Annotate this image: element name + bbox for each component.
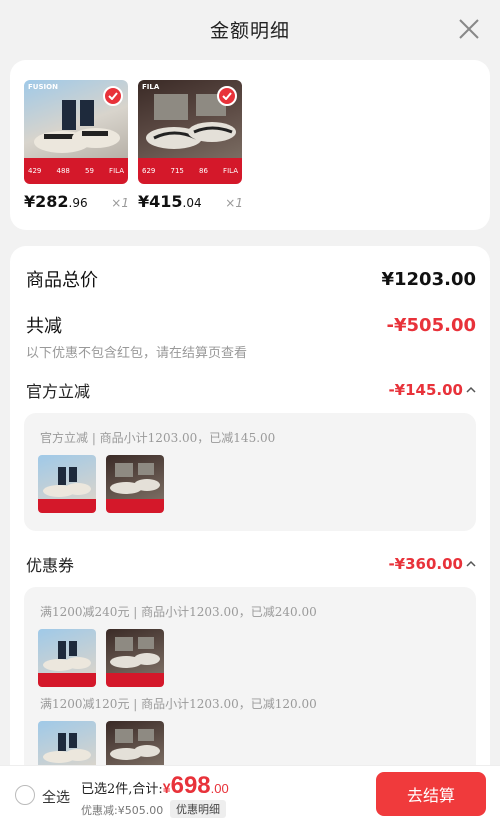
products-card: FUSION 429 488 59 FILA ¥282.96 ×1 FILA 6…	[10, 60, 490, 230]
chevron-up-icon[interactable]	[466, 560, 476, 568]
select-all-label[interactable]: 全选	[42, 787, 70, 807]
coupon-value: -¥360.00	[388, 555, 476, 573]
product-mini-thumbnail	[106, 455, 164, 513]
total-reduction-value: -¥505.00	[386, 314, 476, 336]
total-reduction-row: 共减 -¥505.00	[26, 312, 476, 338]
total-amount: 698	[170, 772, 211, 799]
dialog-header: 金额明细	[0, 0, 500, 58]
chevron-up-icon[interactable]	[466, 386, 476, 394]
total-price-value: ¥1203.00	[381, 268, 476, 290]
total-reduction-label: 共减	[26, 316, 62, 337]
breakdown-card: 商品总价 ¥1203.00 共减 -¥505.00 以下优惠不包含红包，请在结算…	[10, 246, 490, 820]
check-icon[interactable]	[103, 86, 123, 106]
product-price: ¥282.96	[24, 192, 88, 211]
reduction-note: 以下优惠不包含红包，请在结算页查看	[26, 346, 248, 361]
price-banner: 629 715 86 FILA	[138, 158, 242, 184]
page-title: 金额明细	[209, 19, 290, 42]
official-discount-label: 官方立减	[26, 382, 91, 401]
product-price: ¥415.04	[138, 192, 202, 211]
discount-amount: 优惠减:¥505.00	[81, 804, 164, 817]
product-item[interactable]: FUSION 429 488 59 FILA ¥282.96 ×1	[24, 80, 129, 211]
coupon-label: 优惠券	[26, 556, 75, 575]
brand-label: FUSION	[28, 83, 58, 91]
close-icon[interactable]	[458, 18, 480, 40]
price-banner: 429 488 59 FILA	[24, 158, 128, 184]
total-price-row: 商品总价 ¥1203.00	[26, 266, 476, 292]
product-mini-thumbnail	[38, 629, 96, 687]
product-item[interactable]: FILA 629 715 86 FILA ¥415.04 ×1	[138, 80, 243, 211]
shoe-image-icon	[34, 100, 120, 153]
product-quantity: ×1	[111, 196, 129, 210]
total-price-label: 商品总价	[26, 270, 98, 291]
selected-total: 已选2件,合计: ¥ 698 .00	[81, 772, 229, 799]
official-discount-row[interactable]: 官方立减 -¥145.00	[26, 378, 476, 402]
checkout-bar: 全选 已选2件,合计: ¥ 698 .00 优惠减:¥505.00 优惠明细 去…	[0, 765, 500, 820]
official-discount-detail: 官方立减 | 商品小计1203.00，已减145.00	[40, 431, 276, 445]
checkout-button[interactable]: 去结算	[376, 772, 486, 816]
brand-label: FILA	[142, 83, 160, 91]
official-discount-panel: 官方立减 | 商品小计1203.00，已减145.00	[24, 413, 476, 531]
product-mini-thumbnail	[38, 455, 96, 513]
product-thumbnail[interactable]: FILA 629 715 86 FILA	[138, 80, 242, 184]
official-discount-value: -¥145.00	[388, 381, 476, 399]
coupon-detail: 满1200减240元 | 商品小计1203.00，已减240.00	[40, 605, 317, 619]
coupon-detail: 满1200减120元 | 商品小计1203.00，已减120.00	[40, 697, 317, 711]
product-mini-thumbnail	[106, 629, 164, 687]
coupon-row[interactable]: 优惠券 -¥360.00	[26, 552, 476, 576]
discount-detail-button[interactable]: 优惠明细	[170, 800, 226, 818]
check-icon[interactable]	[217, 86, 237, 106]
product-quantity: ×1	[225, 196, 243, 210]
product-thumbnail[interactable]: FUSION 429 488 59 FILA	[24, 80, 128, 184]
select-all-radio[interactable]	[15, 785, 35, 805]
